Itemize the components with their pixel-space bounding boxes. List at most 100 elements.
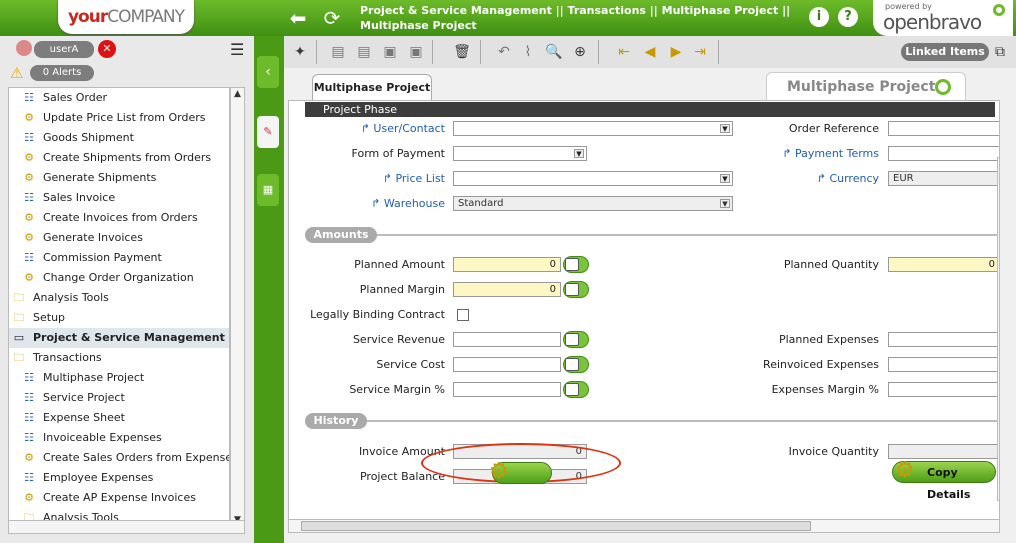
warehouse-label[interactable]: ↱ Warehouse	[321, 195, 445, 213]
payment-terms-label[interactable]: ↱ Payment Terms	[759, 145, 879, 163]
tree-item[interactable]: 🗀 Transactions	[9, 348, 229, 368]
user-contact-select[interactable]: ▼	[453, 121, 733, 136]
save-icon[interactable]: ▣	[380, 42, 400, 62]
dropdown-arrow-icon[interactable]: ▼	[720, 199, 730, 208]
alerts[interactable]: ⚠ 0 Alerts	[6, 64, 94, 82]
tree-scrollbar[interactable]: ▲ ▼	[230, 87, 245, 527]
tree-item[interactable]: ⚙ Change Order Organization	[9, 268, 229, 288]
user-name[interactable]: userA	[34, 41, 94, 58]
tree-item-label: Analysis Tools	[33, 291, 109, 304]
form-scrollbar[interactable]	[997, 157, 1000, 501]
tree-item[interactable]: ☷ Employee Expenses	[9, 468, 229, 488]
tree-item[interactable]: ⚙ Generate Shipments	[9, 168, 229, 188]
linked-items-button[interactable]: Linked Items	[901, 43, 989, 61]
grid-view-icon[interactable]: ▦	[257, 174, 279, 206]
back-arrow-icon[interactable]: ⬅	[287, 7, 309, 29]
amounts-section-header[interactable]: Amounts	[305, 227, 377, 243]
calculator-icon[interactable]	[563, 381, 589, 398]
currency-field[interactable]: EUR	[888, 171, 999, 186]
previous-record-icon[interactable]: ◀	[640, 42, 660, 62]
price-list-label[interactable]: ↱ Price List	[321, 170, 445, 188]
planned-quantity-label: Planned Quantity	[783, 258, 879, 271]
last-record-icon[interactable]: ⇥	[690, 42, 710, 62]
new-record-icon[interactable]: ✦	[290, 42, 310, 62]
search-icon[interactable]: 🔍	[544, 42, 564, 62]
service-cost-input[interactable]	[453, 357, 561, 372]
planned-margin-input[interactable]: 0	[453, 282, 561, 297]
tree-item[interactable]: ☷ Service Project	[9, 388, 229, 408]
tree-item[interactable]: ☷ Sales Order	[9, 88, 229, 108]
dropdown-arrow-icon[interactable]: ▼	[720, 174, 730, 183]
form-of-payment-select[interactable]: ▼	[453, 146, 587, 161]
order-reference-input[interactable]	[888, 121, 999, 136]
calculator-icon[interactable]	[563, 256, 589, 273]
payment-terms-select[interactable]	[888, 146, 999, 161]
service-revenue-input[interactable]	[453, 332, 561, 347]
expenses-margin-input[interactable]	[888, 382, 999, 397]
edit-view-icon[interactable]: ✎	[257, 116, 279, 148]
doc-icon: ☷	[24, 131, 34, 144]
price-list-select[interactable]: ▼	[453, 171, 733, 186]
invoice-quantity-field[interactable]	[888, 444, 999, 459]
calculator-icon[interactable]	[563, 356, 589, 373]
tree-item[interactable]: ⚙ Create Sales Orders from Expenses	[9, 448, 229, 468]
alerts-count[interactable]: 0 Alerts	[30, 65, 94, 81]
tree-hscrollbar[interactable]	[8, 520, 245, 534]
planned-amount-input[interactable]: 0	[453, 257, 561, 272]
calculator-icon[interactable]	[563, 331, 589, 348]
tree-item[interactable]: ⚙ Create AP Expense Invoices	[9, 488, 229, 508]
maximize-icon[interactable]: ⧉	[990, 42, 1010, 62]
process-button[interactable]: ⚙	[489, 459, 552, 484]
tree-item[interactable]: ⚙ Create Invoices from Orders	[9, 208, 229, 228]
calculator-icon[interactable]	[563, 281, 589, 298]
copy-icon[interactable]: ▤	[328, 42, 348, 62]
tree-item[interactable]: ⚙ Update Price List from Orders	[9, 108, 229, 128]
tree-item[interactable]: ⚙ Create Shipments from Orders	[9, 148, 229, 168]
service-margin-input[interactable]	[453, 382, 561, 397]
scroll-up-icon[interactable]: ▲	[231, 88, 244, 100]
tree-item[interactable]: 🗀 Analysis Tools	[9, 288, 229, 308]
attach-icon[interactable]: ⌇	[518, 42, 538, 62]
refresh-icon[interactable]: ⟳	[321, 7, 343, 29]
tree-item[interactable]: ☷ Goods Shipment	[9, 128, 229, 148]
planned-quantity-input[interactable]: 0	[888, 257, 999, 272]
undo-icon[interactable]: ↶	[494, 42, 514, 62]
form-hscrollbar[interactable]	[288, 519, 1000, 533]
dropdown-arrow-icon[interactable]: ▼	[574, 149, 584, 158]
tree-item[interactable]: ☷ Multiphase Project	[9, 368, 229, 388]
dropdown-arrow-icon[interactable]: ▼	[720, 124, 730, 133]
tree-item[interactable]: 🗀 Setup	[9, 308, 229, 328]
planned-expenses-input[interactable]	[888, 332, 999, 347]
currency-label[interactable]: ↱ Currency	[759, 170, 879, 188]
paste-icon[interactable]: ▤	[354, 42, 374, 62]
tree-item[interactable]: ☷ Commission Payment	[9, 248, 229, 268]
left-panel: userA ✕ ☰ ⚠ 0 Alerts ☷ Sales Order ⚙ Update…	[0, 36, 254, 543]
scroll-thumb[interactable]	[999, 170, 1000, 390]
next-record-icon[interactable]: ▶	[666, 42, 686, 62]
copy-details-button[interactable]: ⚙ Copy Details	[892, 460, 996, 501]
first-record-icon[interactable]: ⇤	[614, 42, 634, 62]
tree-item[interactable]: ☷ Invoiceable Expenses	[9, 428, 229, 448]
advanced-search-icon[interactable]: ⊕	[570, 42, 590, 62]
tab-multiphase-project[interactable]: Multiphase Project	[312, 74, 432, 100]
menu-toggle-icon[interactable]: ☰	[230, 40, 244, 59]
hscroll-thumb[interactable]	[301, 521, 811, 531]
tree-item[interactable]: ☷ Expense Sheet	[9, 408, 229, 428]
logout-icon[interactable]: ✕	[98, 40, 116, 58]
warehouse-select[interactable]: Standard ▼	[453, 196, 733, 211]
tree-item[interactable]: ⚙ Generate Invoices	[9, 228, 229, 248]
reinvoiced-expenses-input[interactable]	[888, 357, 999, 372]
tree-item[interactable]: ▭ Project & Service Management	[9, 328, 229, 348]
project-phase-bar[interactable]: Project Phase	[305, 102, 995, 117]
legally-binding-checkbox[interactable]	[457, 309, 469, 321]
info-button[interactable]: i	[809, 7, 829, 27]
tree-item[interactable]: ☷ Sales Invoice	[9, 188, 229, 208]
menu-tree: ☷ Sales Order ⚙ Update Price List from Orde…	[8, 87, 230, 527]
delete-icon[interactable]: 🗑	[452, 42, 472, 62]
user-contact-label[interactable]: ↱ User/Contact	[321, 120, 445, 138]
tree-item-label: Service Project	[43, 391, 125, 404]
help-button[interactable]: ?	[838, 7, 858, 27]
save-new-icon[interactable]: ▣	[406, 42, 426, 62]
collapse-arrow-icon[interactable]: ‹	[257, 56, 279, 88]
history-section-header[interactable]: History	[305, 413, 367, 429]
